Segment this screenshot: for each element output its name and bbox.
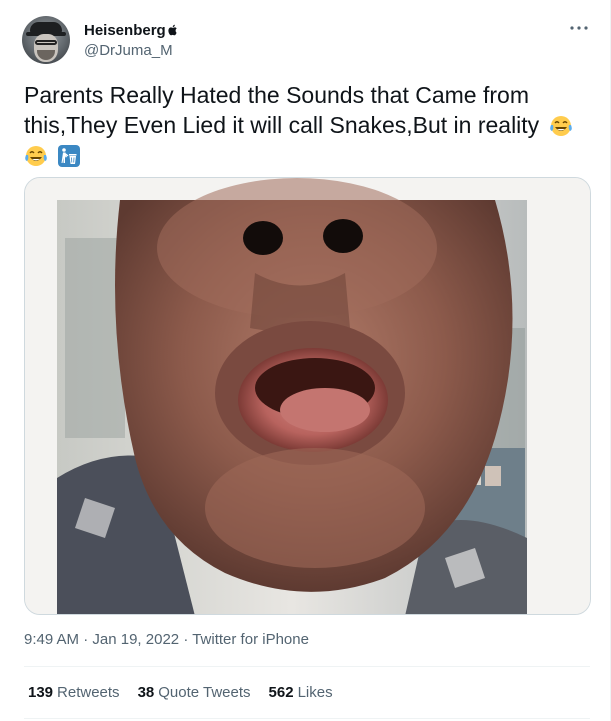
quote-tweets-count: 38 xyxy=(137,684,155,701)
retweets-label: Retweets xyxy=(57,684,120,701)
author-names: Heisenberg @DrJuma_M xyxy=(84,22,178,59)
meta-separator: · xyxy=(83,631,89,648)
retweets-count: 139 xyxy=(28,684,54,701)
divider xyxy=(24,666,590,667)
tweet-stats: 139 Retweets 38 Quote Tweets 562 Likes xyxy=(28,684,351,701)
tweet-meta: 9:49 AM · Jan 19, 2022 · Twitter for iPh… xyxy=(24,631,309,648)
quote-tweets-label: Quote Tweets xyxy=(158,684,251,701)
photo-image xyxy=(25,178,590,614)
avatar[interactable] xyxy=(22,16,70,64)
divider xyxy=(24,718,590,719)
face-with-tears-of-joy-icon xyxy=(549,116,572,136)
tweet-detail: Heisenberg @DrJuma_M Parents Really Hate… xyxy=(0,0,611,721)
likes-stat[interactable]: 562 Likes xyxy=(269,684,333,701)
tweet-time[interactable]: 9:49 AM xyxy=(24,631,79,648)
litter-in-bin-sign-icon xyxy=(58,145,81,167)
likes-count: 562 xyxy=(268,684,294,701)
apple-logo-icon xyxy=(168,24,177,36)
retweets-stat[interactable]: 139 Retweets xyxy=(28,684,120,701)
display-name[interactable]: Heisenberg xyxy=(84,22,166,39)
likes-label: Likes xyxy=(297,684,333,701)
tweet-header: Heisenberg @DrJuma_M xyxy=(22,16,178,64)
tweet-text-content: Parents Really Hated the Sounds that Cam… xyxy=(24,82,540,138)
quote-tweets-stat[interactable]: 38 Quote Tweets xyxy=(138,684,251,701)
tweet-text: Parents Really Hated the Sounds that Cam… xyxy=(24,80,584,170)
handle[interactable]: @DrJuma_M xyxy=(84,42,178,59)
more-dots-icon xyxy=(570,26,588,30)
meta-separator: · xyxy=(183,631,189,648)
tweet-source[interactable]: Twitter for iPhone xyxy=(192,631,309,648)
tweet-photo[interactable] xyxy=(24,177,591,615)
more-options-button[interactable] xyxy=(568,20,590,36)
tweet-date[interactable]: Jan 19, 2022 xyxy=(92,631,179,648)
face-with-tears-of-joy-icon xyxy=(25,146,47,166)
